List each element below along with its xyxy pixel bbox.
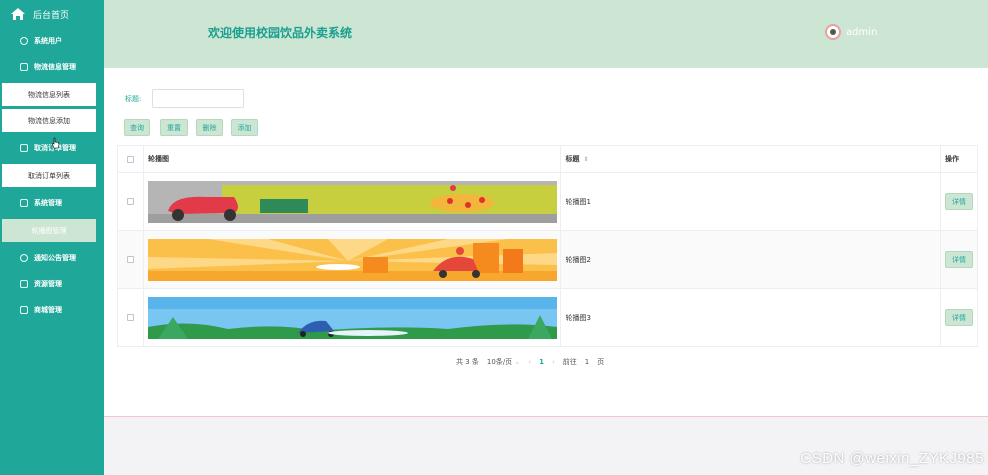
sidebar-item-mall[interactable]: 商城管理 [0, 297, 104, 323]
sidebar-home-label: 后台首页 [33, 10, 70, 21]
column-header-image: 轮播图 [144, 146, 562, 172]
row-checkbox[interactable] [126, 256, 134, 263]
sidebar-item-label: 系统用户 [34, 37, 62, 45]
header-checkbox-cell [118, 146, 144, 172]
sidebar-item-resources[interactable]: 资源管理 [0, 271, 104, 297]
sidebar-subitem-logistics-list[interactable]: 物流信息列表 [2, 83, 96, 106]
edit-icon [20, 63, 28, 71]
sidebar-subitem-logistics-add[interactable]: 物流信息添加 [2, 109, 96, 132]
chevron-down-icon: ⌄ [514, 358, 521, 366]
carousel-table: 轮播图 标题 ⇕ 操作 轮播图1 详情 轮播图2 详情 轮播图3 详情 [117, 145, 979, 347]
goto-page-input[interactable]: 1 [585, 358, 589, 366]
sidebar-item-notices[interactable]: 通知公告管理 [0, 245, 104, 271]
sidebar-item-label: 物流信息管理 [34, 63, 76, 71]
sidebar-item-label: 资源管理 [34, 280, 62, 288]
detail-button[interactable]: 详情 [945, 193, 974, 210]
avatar [825, 24, 841, 40]
sidebar-item-logistics[interactable]: 物流信息管理 [0, 54, 104, 80]
receipt-icon [20, 280, 28, 288]
sort-icon[interactable]: ⇕ [583, 156, 588, 163]
row-checkbox-cell [118, 173, 144, 230]
add-button[interactable]: 添加 [231, 119, 258, 136]
next-page-icon[interactable]: › [552, 358, 555, 366]
username: admin [846, 26, 878, 38]
sidebar-item-system-management[interactable]: 系统管理 [0, 190, 104, 216]
row-checkbox[interactable] [126, 314, 134, 321]
home-icon [10, 7, 26, 21]
receipt-icon [20, 144, 28, 152]
delete-button[interactable]: 删除 [196, 119, 223, 136]
chat-icon [20, 37, 28, 45]
table-row: 轮播图3 详情 [117, 289, 979, 347]
action-cell: 详情 [941, 173, 979, 230]
sidebar-subitem-carousel[interactable]: 轮播图管理 [2, 219, 96, 242]
title-search-input[interactable] [152, 89, 244, 108]
column-header-action: 操作 [941, 146, 979, 172]
chat-icon [20, 254, 28, 262]
sidebar-home[interactable]: 后台首页 [0, 0, 104, 28]
page-size-value: 10条/页 [486, 358, 513, 366]
edit-icon [20, 199, 28, 207]
title-cell: 轮播图1 [561, 173, 942, 230]
column-header-title-label: 标题 [565, 155, 580, 163]
row-checkbox-cell [118, 289, 144, 346]
image-cell [144, 231, 562, 288]
reset-button[interactable]: 重置 [160, 119, 188, 136]
csdn-watermark: CSDN @weixin_ZYKJ985 [800, 450, 984, 467]
row-checkbox-cell [118, 231, 144, 288]
delivery-scooter-pizza-banner [147, 180, 557, 223]
image-cell [144, 289, 562, 346]
hand-cursor-icon [52, 137, 60, 149]
action-cell: 详情 [941, 231, 979, 288]
search-label: 标题: [125, 95, 142, 103]
page-title: 欢迎使用校园饮品外卖系统 [208, 26, 353, 40]
square-icon [20, 306, 28, 314]
title-cell: 轮播图3 [561, 289, 942, 346]
action-cell: 详情 [941, 289, 979, 346]
title-cell: 轮播图2 [561, 231, 942, 288]
sidebar-item-label: 通知公告管理 [34, 254, 76, 262]
row-checkbox[interactable] [126, 198, 134, 205]
image-cell [144, 173, 562, 230]
sidebar-item-label: 商城管理 [34, 306, 62, 314]
sidebar-subitem-cancel-orders-list[interactable]: 取消订单列表 [2, 164, 96, 187]
table-header-row: 轮播图 标题 ⇕ 操作 [117, 146, 979, 173]
user-menu[interactable]: admin [825, 24, 877, 40]
top-header: 欢迎使用校园饮品外卖系统 admin [104, 0, 988, 68]
query-button[interactable]: 查询 [124, 119, 150, 136]
sidebar-item-label: 系统管理 [34, 199, 62, 207]
pagination: 共 3 条 10条/页 ⌄ ‹ 1 › 前往 1 页 [456, 357, 612, 367]
column-header-title[interactable]: 标题 ⇕ [561, 146, 942, 172]
select-all-checkbox[interactable] [126, 155, 134, 163]
detail-button[interactable]: 详情 [945, 251, 974, 268]
page-number-current[interactable]: 1 [539, 358, 544, 366]
delivery-rider-park-banner [147, 296, 557, 339]
table-row: 轮播图2 详情 [117, 231, 979, 289]
delivery-rider-sunburst-banner [147, 238, 557, 281]
goto-label: 前往 [562, 358, 577, 366]
page-suffix: 页 [597, 358, 605, 366]
page-size-select[interactable]: 10条/页 ⌄ [487, 357, 520, 367]
main-content: 标题: 查询 重置 删除 添加 轮播图 标题 ⇕ 操作 轮播图1 详情 轮播图2… [104, 68, 988, 417]
detail-button[interactable]: 详情 [945, 309, 974, 326]
prev-page-icon[interactable]: ‹ [528, 358, 531, 366]
pagination-total: 共 3 条 [456, 358, 479, 366]
sidebar-item-system-users[interactable]: 系统用户 [0, 28, 104, 54]
table-row: 轮播图1 详情 [117, 173, 979, 231]
sidebar: 后台首页 系统用户 物流信息管理 物流信息列表 物流信息添加 取消订单管理 取消… [0, 0, 104, 475]
